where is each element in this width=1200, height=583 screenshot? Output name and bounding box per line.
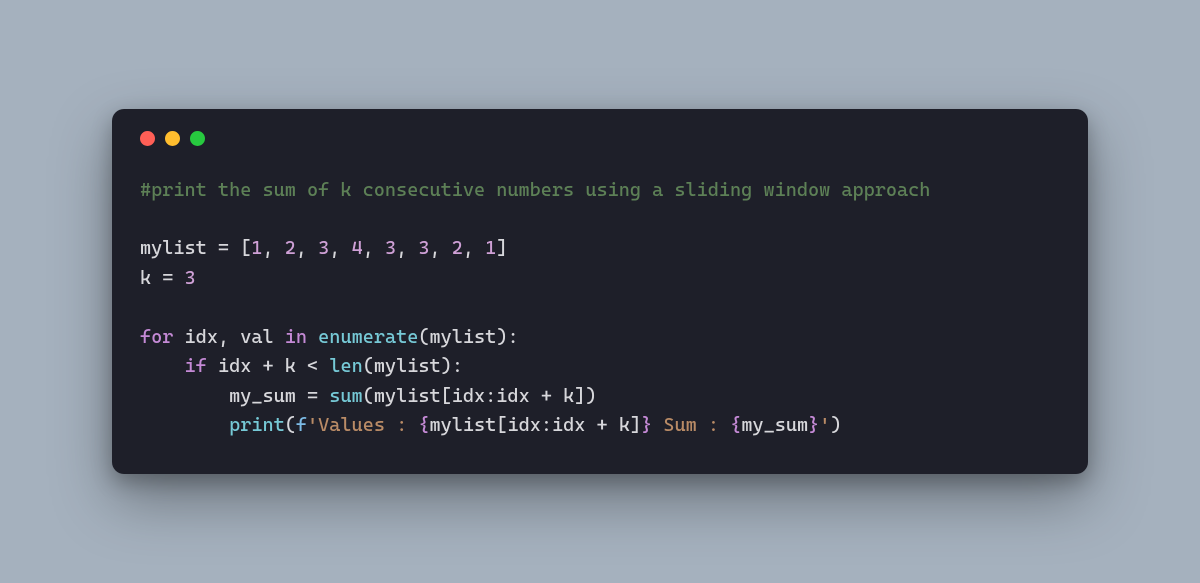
code-token: k (619, 414, 630, 436)
code-token: ( (363, 385, 374, 407)
code-token (608, 414, 619, 436)
code-token: mylist (430, 414, 497, 436)
code-token: , (430, 237, 452, 259)
code-token: sum (329, 385, 362, 407)
code-token (140, 355, 185, 377)
code-token: ] (574, 385, 585, 407)
minimize-icon[interactable] (165, 131, 180, 146)
code-token: mylist (430, 326, 497, 348)
code-token: Sum : (652, 414, 730, 436)
code-token: val (240, 326, 273, 348)
code-token: 3 (318, 237, 329, 259)
code-token: , (296, 237, 318, 259)
code-token (318, 355, 329, 377)
code-token: Values : (318, 414, 418, 436)
zoom-icon[interactable] (190, 131, 205, 146)
code-token: , (329, 237, 351, 259)
code-token: : (541, 414, 552, 436)
code-token: : (485, 385, 496, 407)
stage: #print the sum of k consecutive numbers … (0, 0, 1200, 583)
code-token: ) (585, 385, 596, 407)
code-token: 4 (352, 237, 363, 259)
code-token (140, 414, 229, 436)
code-token: ( (363, 355, 374, 377)
code-token: my_sum (741, 414, 808, 436)
code-token (307, 326, 318, 348)
code-token: mylist (140, 237, 207, 259)
code-token: { (418, 414, 429, 436)
code-token: , (463, 237, 485, 259)
code-token: my_sum (229, 385, 296, 407)
code-token: len (329, 355, 362, 377)
code-token: 1 (485, 237, 496, 259)
code-token: in (285, 326, 307, 348)
code-token (530, 385, 541, 407)
code-token: idx (552, 414, 585, 436)
code-token: k (140, 267, 151, 289)
code-token: [ (441, 385, 452, 407)
code-token: : (507, 326, 518, 348)
code-token: [ (496, 414, 507, 436)
code-token: for (140, 326, 173, 348)
code-token: ( (285, 414, 296, 436)
code-token: ] (496, 237, 507, 259)
code-token: } (808, 414, 819, 436)
code-window: #print the sum of k consecutive numbers … (112, 109, 1088, 475)
code-token: 1 (251, 237, 262, 259)
code-token: 2 (285, 237, 296, 259)
code-token (296, 355, 307, 377)
code-token: mylist (374, 355, 441, 377)
code-token: mylist (374, 385, 441, 407)
code-token (552, 385, 563, 407)
code-token: if (185, 355, 207, 377)
code-token: idx (218, 355, 251, 377)
code-token: ) (441, 355, 452, 377)
code-token: ] (630, 414, 641, 436)
code-token (173, 326, 184, 348)
code-token: ) (830, 414, 841, 436)
window-traffic-lights (140, 131, 1060, 146)
code-token: , (218, 326, 240, 348)
code-token: } (641, 414, 652, 436)
code-token (274, 355, 285, 377)
code-token: [ (240, 237, 251, 259)
code-token: = (151, 267, 184, 289)
code-token (207, 355, 218, 377)
code-token: 2 (452, 237, 463, 259)
code-token: ) (496, 326, 507, 348)
code-token: , (262, 237, 284, 259)
code-block: #print the sum of k consecutive numbers … (140, 176, 1060, 441)
code-token: : (452, 355, 463, 377)
code-comment: #print the sum of k consecutive numbers … (140, 179, 930, 201)
code-token: + (597, 414, 608, 436)
code-token: k (563, 385, 574, 407)
code-token (274, 326, 285, 348)
code-token: ( (418, 326, 429, 348)
code-token: 3 (385, 237, 396, 259)
code-token: print (229, 414, 285, 436)
code-token (140, 385, 229, 407)
code-token: , (396, 237, 418, 259)
code-token: k (285, 355, 296, 377)
code-token: + (262, 355, 273, 377)
code-token: 3 (418, 237, 429, 259)
code-token: = (207, 237, 240, 259)
code-token: { (730, 414, 741, 436)
code-token: ' (307, 414, 318, 436)
code-token: f (296, 414, 307, 436)
code-token: + (541, 385, 552, 407)
code-token (251, 355, 262, 377)
code-token: ' (819, 414, 830, 436)
code-token: < (307, 355, 318, 377)
close-icon[interactable] (140, 131, 155, 146)
code-token: idx (496, 385, 529, 407)
code-token: idx (452, 385, 485, 407)
code-token: = (296, 385, 329, 407)
code-token: 3 (185, 267, 196, 289)
code-token: idx (507, 414, 540, 436)
code-token: , (363, 237, 385, 259)
code-token (585, 414, 596, 436)
code-token: enumerate (318, 326, 418, 348)
code-token: idx (185, 326, 218, 348)
